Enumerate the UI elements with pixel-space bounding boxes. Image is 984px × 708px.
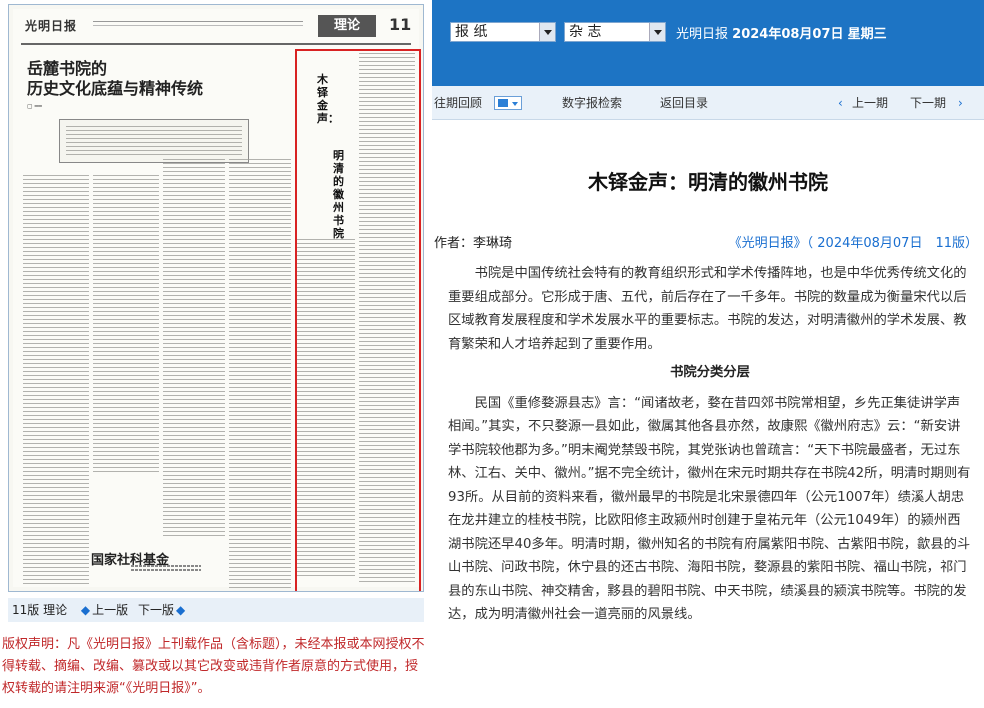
masthead-rule [93, 21, 303, 26]
paper-name: 光明日报 [676, 27, 729, 42]
type-select[interactable]: 报 纸 [450, 22, 556, 42]
selected-article-highlight[interactable] [295, 49, 421, 591]
next-issue-icon[interactable]: › [958, 86, 963, 120]
newspaper-page: 光明日报 理论 11 岳麓书院的 历史文化底蕴与精神传统 ▢ ━━ 国家社科基金… [13, 9, 421, 591]
section-tag: 理论 [318, 15, 376, 37]
summary-box [59, 119, 249, 163]
headline-line-2: 历史文化底蕴与精神传统 [27, 79, 204, 98]
text-column [23, 175, 89, 585]
source-link[interactable]: 《光明日报》（ 2024年08月07日 11版） [729, 232, 978, 251]
prev-page-link[interactable]: 上一版 [92, 603, 128, 617]
chevron-down-icon[interactable] [649, 23, 665, 41]
top-rule [21, 43, 411, 45]
page-label: 11版 理论 [12, 603, 68, 617]
paragraph: 书院是中国传统社会特有的教育组织形式和学术传播阵地，也是中华优秀传统文化的重要组… [448, 266, 967, 352]
subheading: 书院分类分层 [670, 365, 750, 380]
thumbnail-byline: ▢ ━━ [27, 103, 42, 110]
headline-line-1: 岳麓书院的 [27, 59, 108, 78]
publication-select[interactable]: 杂 志 [564, 22, 666, 42]
prev-page-icon[interactable]: ◆ [81, 603, 90, 617]
back-to-list-link[interactable]: 返回目录 [660, 86, 708, 120]
page-navigation: 11版 理论 ◆ 上一版 下一版 ◆ [8, 598, 424, 622]
prev-issue-icon[interactable]: ‹ [838, 86, 843, 120]
fund-logo-subtitle [131, 565, 201, 577]
calendar-icon[interactable] [494, 96, 522, 110]
next-page-link[interactable]: 下一版 [138, 603, 174, 617]
masthead: 光明日报 [25, 19, 78, 33]
publication-select-value: 杂 志 [569, 24, 602, 40]
chevron-down-icon[interactable] [539, 23, 555, 41]
issue-date: 2024年08月07日 [732, 27, 844, 42]
author: 作者：李琳琦 [434, 236, 513, 251]
newspaper-page-thumbnail[interactable]: 光明日报 理论 11 岳麓书院的 历史文化底蕴与精神传统 ▢ ━━ 国家社科基金… [8, 4, 424, 592]
archive-link[interactable]: 往期回顾 [434, 86, 482, 120]
paragraph: 民国《重修婺源县志》言：“闻诸故老，婺在昔四郊书院常相望，乡先正集徒讲学声相闻。… [448, 395, 971, 623]
article-title: 木铎金声：明清的徽州书院 [588, 170, 828, 194]
next-page-icon[interactable]: ◆ [176, 603, 185, 617]
article-body: 书院是中国传统社会特有的教育组织形式和学术传播阵地，也是中华优秀传统文化的重要组… [448, 262, 972, 627]
next-issue-link[interactable]: 下一期 [910, 86, 946, 120]
text-column [229, 159, 291, 589]
text-column [163, 159, 225, 539]
issue-info: 光明日报 2024年08月07日 星期三 [676, 23, 887, 42]
copyright-notice: 版权声明：凡《光明日报》上刊载作品（含标题），未经本报或本网授权不得转载、摘编、… [2, 637, 425, 696]
issue-weekday: 星期三 [847, 27, 887, 42]
header-bar [432, 0, 984, 86]
text-column [93, 175, 159, 475]
digital-search-link[interactable]: 数字报检索 [562, 86, 622, 120]
prev-issue-link[interactable]: 上一期 [852, 86, 888, 120]
article-link-yuelu[interactable]: 岳麓书院的 历史文化底蕴与精神传统 [27, 59, 203, 99]
type-select-value: 报 纸 [455, 24, 488, 40]
page-number: 11 [389, 15, 412, 34]
article-meta: 作者：李琳琦 《光明日报》（ 2024年08月07日 11版） [432, 232, 984, 252]
